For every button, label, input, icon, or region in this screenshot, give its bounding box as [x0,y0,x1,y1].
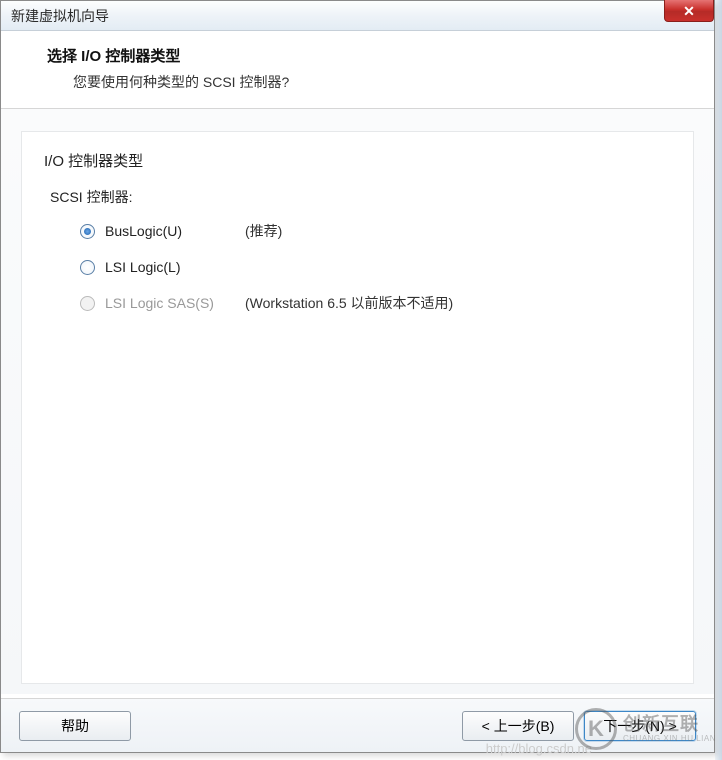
header-subtitle: 您要使用何种类型的 SCSI 控制器? [47,72,688,92]
wizard-footer: 帮助 < 上一步(B) 下一步(N) > [1,698,714,752]
section-title: I/O 控制器类型 [44,150,671,171]
radio-option-lsilogic-sas: LSI Logic SAS(S) (Workstation 6.5 以前版本不适… [44,293,671,313]
next-button[interactable]: 下一步(N) > [584,711,696,741]
header-title: 选择 I/O 控制器类型 [47,45,688,66]
radio-label: BusLogic(U) [105,223,245,239]
radio-icon [80,260,95,275]
content-panel: I/O 控制器类型 SCSI 控制器: BusLogic(U) (推荐) LSI… [21,131,694,684]
close-icon: ✕ [683,4,695,18]
radio-extra: (Workstation 6.5 以前版本不适用) [245,293,453,313]
back-button[interactable]: < 上一步(B) [462,711,574,741]
radio-label: LSI Logic SAS(S) [105,295,245,311]
radio-label: LSI Logic(L) [105,259,245,275]
radio-icon [80,224,95,239]
radio-option-lsilogic[interactable]: LSI Logic(L) [44,259,671,275]
wizard-window: 新建虚拟机向导 ✕ 选择 I/O 控制器类型 您要使用何种类型的 SCSI 控制… [0,0,715,753]
window-right-edge [715,0,722,760]
window-title: 新建虚拟机向导 [11,6,109,26]
help-button[interactable]: 帮助 [19,711,131,741]
group-label: SCSI 控制器: [44,187,671,207]
radio-extra: (推荐) [245,221,282,241]
radio-option-buslogic[interactable]: BusLogic(U) (推荐) [44,221,671,241]
wizard-content: I/O 控制器类型 SCSI 控制器: BusLogic(U) (推荐) LSI… [1,109,714,694]
radio-icon [80,296,95,311]
close-button[interactable]: ✕ [664,0,714,22]
titlebar: 新建虚拟机向导 ✕ [1,1,714,31]
wizard-header: 选择 I/O 控制器类型 您要使用何种类型的 SCSI 控制器? [1,31,714,109]
